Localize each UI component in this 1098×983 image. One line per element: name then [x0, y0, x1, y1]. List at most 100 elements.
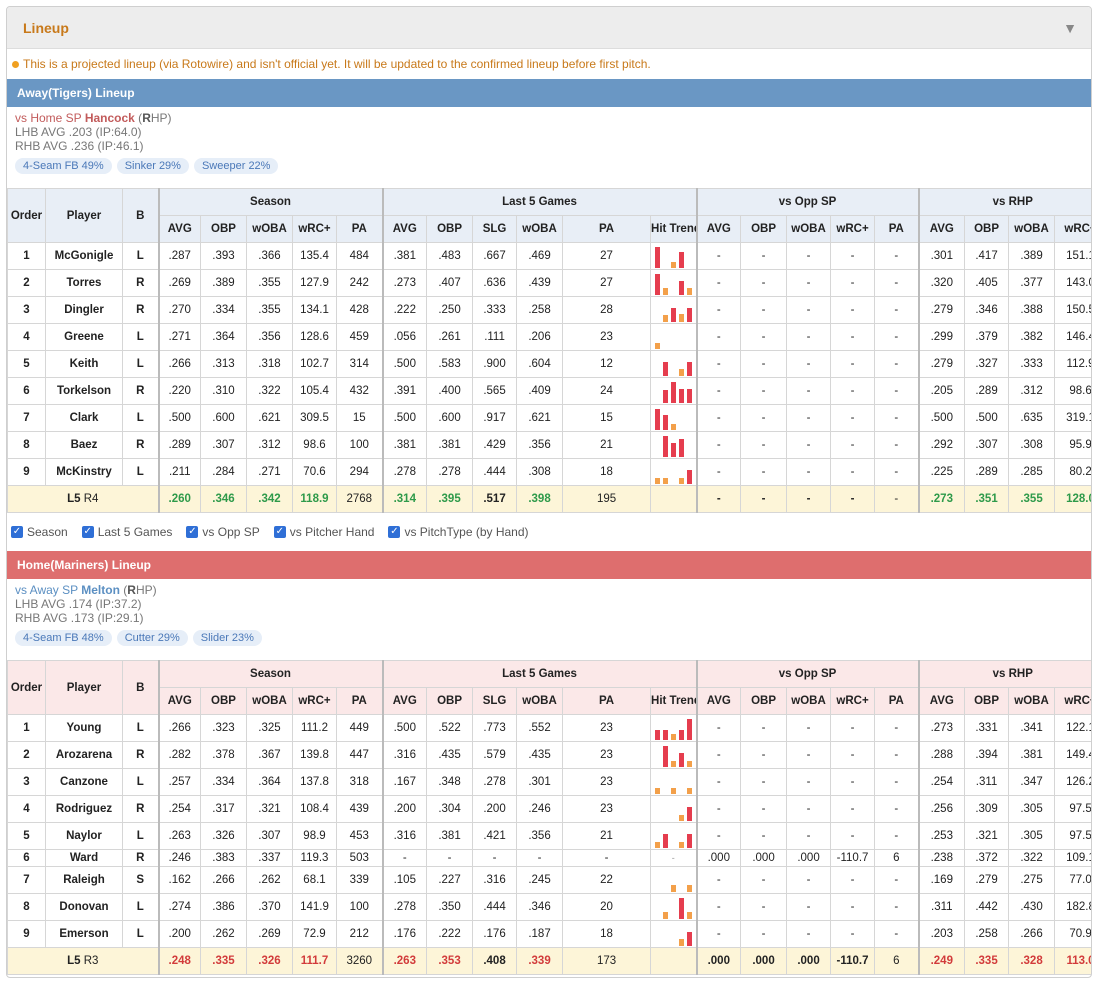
filter-checkbox[interactable]: ✓ Season	[11, 525, 68, 539]
table-row[interactable]: 3 Dingler R .270.334.355 134.1 428.222.250.33…	[7, 296, 1091, 324]
player-name[interactable]: Arozarena	[45, 741, 123, 769]
col-header[interactable]: wOBA	[246, 687, 293, 715]
col-header[interactable]: AVG	[381, 687, 428, 715]
col-header[interactable]: OBP	[426, 687, 474, 715]
table-row[interactable]: 1 Young L .266.323.325 111.2 449.500.522.773.…	[7, 714, 1091, 742]
col-bat[interactable]: B	[122, 188, 159, 243]
col-header[interactable]: AVG	[917, 687, 966, 715]
player-name[interactable]: Greene	[45, 323, 123, 351]
col-header[interactable]: PA	[335, 215, 384, 243]
col-header[interactable]: PA	[335, 687, 384, 715]
table-row[interactable]: 9 McKinstry L .211.284.271 70.6 294.278.278.4…	[7, 458, 1091, 486]
table-row[interactable]: 6 Ward R .246.383.337 119.3 503- - - - - - .000.000…	[7, 849, 1091, 867]
player-name[interactable]: Ward	[45, 849, 123, 867]
pitch-pill[interactable]: Slider 23%	[192, 630, 262, 646]
col-header[interactable]: OBP	[200, 215, 247, 243]
player-name[interactable]: Canzone	[45, 768, 123, 796]
col-bat[interactable]: B	[122, 660, 159, 715]
col-header[interactable]: Hit Trend	[650, 215, 698, 243]
col-header[interactable]: OBP	[200, 687, 247, 715]
filter-checkbox[interactable]: ✓ vs Opp SP	[186, 525, 260, 539]
pitch-pill[interactable]: Sweeper 22%	[193, 158, 279, 174]
checkbox-checked-icon[interactable]: ✓	[81, 526, 94, 538]
col-header[interactable]: wRC+	[1054, 215, 1091, 243]
table-row[interactable]: 4 Greene L .271.364.356 128.6 459.056.261.111…	[7, 323, 1091, 351]
col-header[interactable]: wOBA	[246, 215, 293, 243]
player-name[interactable]: Torkelson	[45, 377, 123, 405]
col-header[interactable]: wRC+	[1054, 687, 1091, 715]
player-name[interactable]: Naylor	[45, 822, 123, 850]
col-header[interactable]: wRC+	[292, 215, 337, 243]
filter-checkbox[interactable]: ✓ vs PitchType (by Hand)	[388, 525, 529, 539]
player-name[interactable]: Dingler	[45, 296, 123, 324]
player-name[interactable]: McGonigle	[45, 242, 123, 270]
col-header[interactable]: PA	[874, 215, 920, 243]
table-row[interactable]: 6 Torkelson R .220.310.322 105.4 432.391.400.…	[7, 377, 1091, 405]
col-header[interactable]: SLG	[472, 215, 518, 243]
pitch-pill[interactable]: 4-Seam FB 48%	[15, 630, 112, 646]
col-header[interactable]: wOBA	[516, 687, 564, 715]
checkbox-checked-icon[interactable]: ✓	[388, 526, 401, 538]
col-header[interactable]: wRC+	[830, 215, 876, 243]
pitch-pill[interactable]: 4-Seam FB 49%	[15, 158, 112, 174]
table-row[interactable]: 9 Emerson L .200.262.269 72.9 212.176.222.176…	[7, 920, 1091, 948]
filter-checkbox[interactable]: ✓ Last 5 Games	[81, 525, 172, 539]
player-name[interactable]: Rodriguez	[45, 795, 123, 823]
col-header[interactable]: SLG	[472, 687, 518, 715]
table-row[interactable]: 5 Naylor L .263.326.307 98.9 453.316.381.421.…	[7, 822, 1091, 850]
player-name[interactable]: Young	[45, 714, 123, 742]
table-row[interactable]: 3 Canzone L .257.334.364 137.8 318.167.348.27…	[7, 768, 1091, 796]
col-header[interactable]: wRC+	[292, 687, 337, 715]
player-name[interactable]: Emerson	[45, 920, 123, 948]
filter-checkbox[interactable]: ✓ vs Pitcher Hand	[273, 525, 374, 539]
col-header[interactable]: Hit Trend	[650, 687, 698, 715]
col-header[interactable]: AVG	[695, 687, 742, 715]
col-header[interactable]: OBP	[740, 215, 788, 243]
checkbox-checked-icon[interactable]: ✓	[186, 526, 199, 538]
col-header[interactable]: wOBA	[786, 687, 832, 715]
col-player[interactable]: Player	[45, 188, 123, 243]
col-header[interactable]: PA	[562, 215, 652, 243]
col-header[interactable]: PA	[874, 687, 920, 715]
table-row[interactable]: 4 Rodriguez R .254.317.321 108.4 439.200.304.…	[7, 795, 1091, 823]
player-name[interactable]: Raleigh	[45, 866, 123, 894]
player-name[interactable]: Keith	[45, 350, 123, 378]
away-sp-name[interactable]: Hancock	[85, 111, 135, 125]
checkbox-checked-icon[interactable]: ✓	[273, 526, 286, 538]
table-row[interactable]: 8 Baez R .289.307.312 98.6 100.381.381.429.35…	[7, 431, 1091, 459]
pitch-pill[interactable]: Sinker 29%	[116, 158, 189, 174]
col-header[interactable]: AVG	[917, 215, 966, 243]
col-header[interactable]: OBP	[964, 687, 1010, 715]
col-header[interactable]: OBP	[964, 215, 1010, 243]
player-name[interactable]: Clark	[45, 404, 123, 432]
player-name[interactable]: McKinstry	[45, 458, 123, 486]
col-header[interactable]: AVG	[695, 215, 742, 243]
player-name[interactable]: Donovan	[45, 893, 123, 921]
col-header[interactable]: AVG	[157, 687, 201, 715]
col-header[interactable]: wOBA	[1008, 215, 1056, 243]
player-name[interactable]: Torres	[45, 269, 123, 297]
table-row[interactable]: 7 Raleigh S .162.266.262 68.1 339.105.227.316…	[7, 866, 1091, 894]
panel-header[interactable]: Lineup ▼	[7, 7, 1091, 49]
col-header[interactable]: AVG	[157, 215, 201, 243]
table-row[interactable]: 7 Clark L .500.600.621 309.5 15.500.600.917.6…	[7, 404, 1091, 432]
table-row[interactable]: 2 Torres R .269.389.355 127.9 242.273.407.636…	[7, 269, 1091, 297]
col-header[interactable]: AVG	[381, 215, 428, 243]
col-player[interactable]: Player	[45, 660, 123, 715]
table-row[interactable]: 1 McGonigle L .287.393.366 135.4 484.381.483.…	[7, 242, 1091, 270]
col-header[interactable]: wOBA	[1008, 687, 1056, 715]
col-header[interactable]: wRC+	[830, 687, 876, 715]
table-row[interactable]: 2 Arozarena R .282.378.367 139.8 447.316.435.…	[7, 741, 1091, 769]
col-order[interactable]: Order	[7, 660, 46, 715]
player-name[interactable]: Baez	[45, 431, 123, 459]
table-row[interactable]: 5 Keith L .266.313.318 102.7 314.500.583.900.…	[7, 350, 1091, 378]
home-sp-name[interactable]: Melton	[81, 583, 120, 597]
col-header[interactable]: wOBA	[786, 215, 832, 243]
table-row[interactable]: 8 Donovan L .274.386.370 141.9 100.278.350.44…	[7, 893, 1091, 921]
col-header[interactable]: OBP	[740, 687, 788, 715]
collapse-caret-icon[interactable]: ▼	[1063, 20, 1077, 36]
col-header[interactable]: wOBA	[516, 215, 564, 243]
pitch-pill[interactable]: Cutter 29%	[116, 630, 188, 646]
checkbox-checked-icon[interactable]: ✓	[11, 526, 23, 538]
col-header[interactable]: OBP	[426, 215, 474, 243]
